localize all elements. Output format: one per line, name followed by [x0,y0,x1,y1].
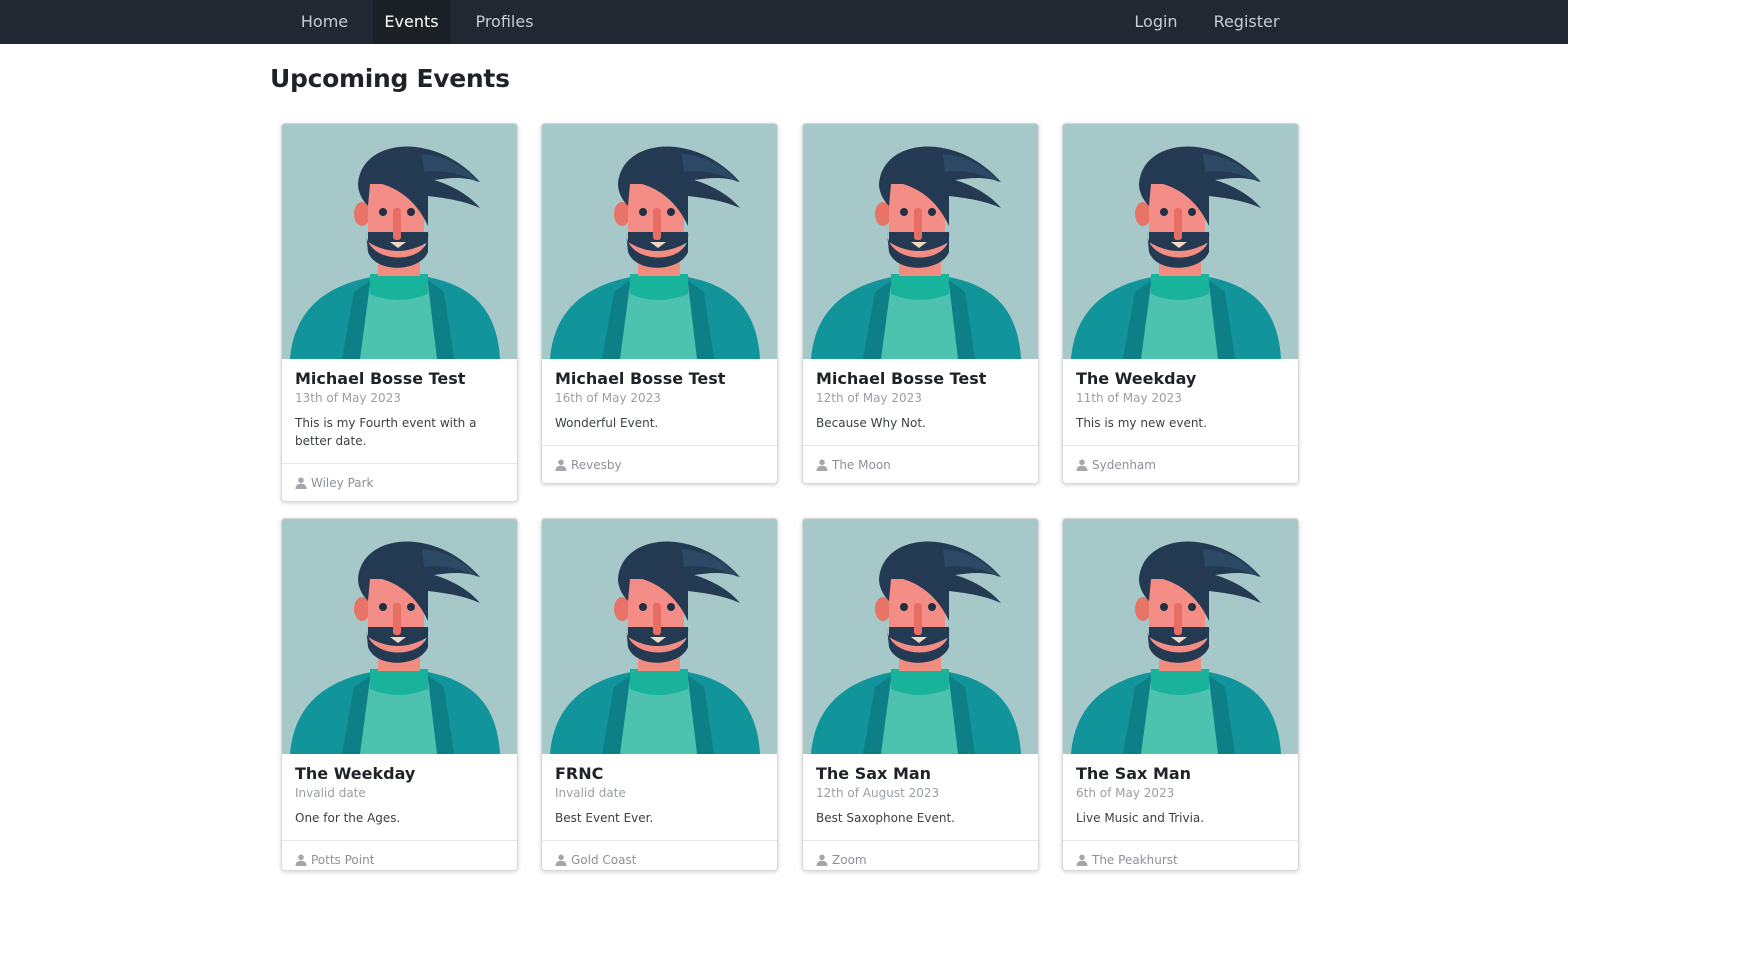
user-icon [295,477,307,489]
event-date: 12th of August 2023 [816,786,940,800]
location-label: Sydenham [1092,458,1156,472]
card-footer: Wiley Park [282,463,517,501]
nav-profiles[interactable]: Profiles [463,0,546,44]
top-navbar: Home Events Profiles Login Register [0,0,1568,44]
event-card[interactable]: FRNC Invalid date Best Event Ever. Gold … [541,518,778,871]
event-location: Gold Coast [555,853,636,867]
event-date: Invalid date [295,786,366,800]
event-card[interactable]: Michael Bosse Test 12th of May 2023 Beca… [802,123,1039,484]
user-icon [816,459,828,471]
event-avatar-image[interactable] [282,124,517,359]
event-location: Zoom [816,853,867,867]
location-label: Wiley Park [311,476,374,490]
event-title[interactable]: The Weekday [1076,369,1196,388]
event-card[interactable]: The Weekday 11th of May 2023 This is my … [1062,123,1299,484]
user-icon [1076,854,1088,866]
card-footer: Sydenham [1063,445,1298,483]
location-label: Potts Point [311,853,375,867]
nav-home[interactable]: Home [289,0,360,44]
event-avatar-image[interactable] [803,519,1038,754]
card-footer: Potts Point [282,840,517,870]
event-title[interactable]: The Sax Man [816,764,931,783]
location-label: Zoom [832,853,867,867]
event-description: Wonderful Event. [555,416,659,430]
event-avatar-image[interactable] [1063,519,1298,754]
event-location: The Moon [816,458,891,472]
event-location: The Peakhurst [1076,853,1178,867]
event-avatar-image[interactable] [1063,124,1298,359]
event-description: Live Music and Trivia. [1076,811,1205,825]
event-card[interactable]: Michael Bosse Test 16th of May 2023 Wond… [541,123,778,484]
event-title[interactable]: Michael Bosse Test [555,369,725,388]
card-footer: Revesby [542,445,777,483]
event-description: Best Event Ever. [555,811,654,825]
card-footer: The Peakhurst [1063,840,1298,870]
event-card[interactable]: The Sax Man 6th of May 2023 Live Music a… [1062,518,1299,871]
page-title: Upcoming Events [270,64,510,93]
event-description: Because Why Not. [816,416,926,430]
event-date: 13th of May 2023 [295,391,401,405]
event-avatar-image[interactable] [542,124,777,359]
event-avatar-image[interactable] [282,519,517,754]
card-footer: Gold Coast [542,840,777,870]
event-title[interactable]: The Sax Man [1076,764,1191,783]
event-card[interactable]: The Weekday Invalid date One for the Age… [281,518,518,871]
event-title[interactable]: FRNC [555,764,603,783]
event-location: Wiley Park [295,476,374,490]
event-title[interactable]: Michael Bosse Test [295,369,465,388]
event-title[interactable]: Michael Bosse Test [816,369,986,388]
location-label: Gold Coast [571,853,637,867]
card-footer: The Moon [803,445,1038,483]
user-icon [1076,459,1088,471]
event-title[interactable]: The Weekday [295,764,415,783]
event-location: Potts Point [295,853,374,867]
nav-register[interactable]: Register [1203,0,1290,44]
event-avatar-image[interactable] [542,519,777,754]
event-date: Invalid date [555,786,626,800]
nav-events[interactable]: Events [373,0,450,44]
event-date: 12th of May 2023 [816,391,922,405]
event-card[interactable]: The Sax Man 12th of August 2023 Best Sax… [802,518,1039,871]
user-icon [295,854,307,866]
event-description: Best Saxophone Event. [816,811,955,825]
event-date: 16th of May 2023 [555,391,661,405]
location-label: The Moon [832,458,891,472]
event-location: Revesby [555,458,622,472]
location-label: The Peakhurst [1092,853,1178,867]
event-location: Sydenham [1076,458,1156,472]
event-date: 6th of May 2023 [1076,786,1175,800]
card-footer: Zoom [803,840,1038,870]
event-avatar-image[interactable] [803,124,1038,359]
event-card[interactable]: Michael Bosse Test 13th of May 2023 This… [281,123,518,502]
event-date: 11th of May 2023 [1076,391,1182,405]
user-icon [816,854,828,866]
user-icon [555,854,567,866]
event-description: One for the Ages. [295,811,401,825]
user-icon [555,459,567,471]
event-description: This is my new event. [1076,416,1207,430]
nav-login[interactable]: Login [1124,0,1188,44]
event-description: This is my Fourth event with a better da… [295,416,477,448]
location-label: Revesby [571,458,622,472]
